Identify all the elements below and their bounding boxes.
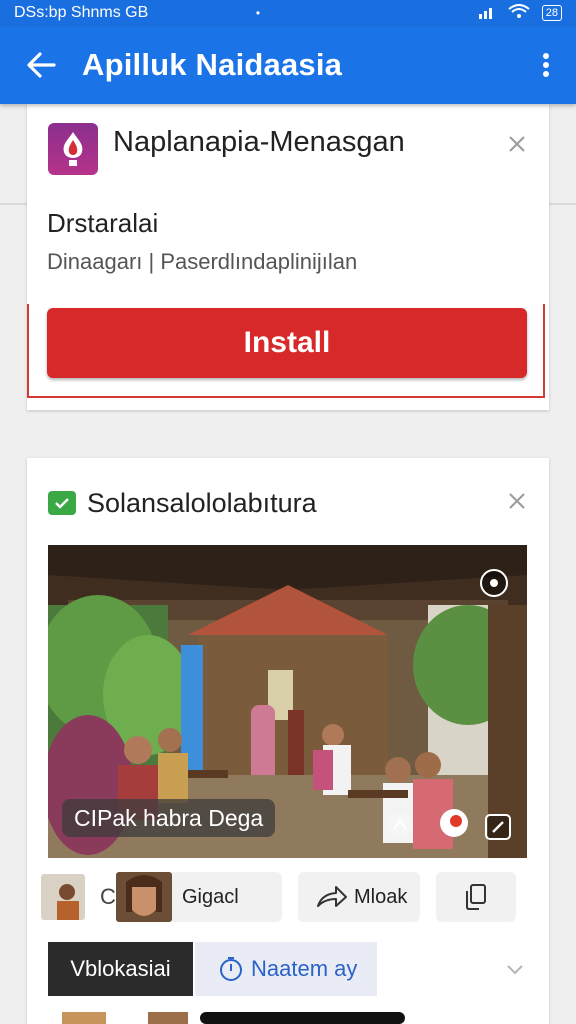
share-arrow-icon [317, 886, 347, 907]
content-card: Solansalololabıtura CIPak habra Dega C G… [27, 458, 549, 1024]
expand-photo-icon[interactable] [482, 811, 514, 843]
close-icon [509, 493, 525, 509]
photo-badge-icon[interactable] [478, 567, 510, 599]
mloak-chip[interactable]: Mloak [298, 872, 420, 922]
back-button[interactable] [0, 26, 82, 104]
tab-row: Vblokasiai Naatem ay [48, 942, 528, 996]
app-logo [48, 123, 98, 175]
battery-icon: 28 [541, 5, 562, 21]
photo-caption: CIPak habra Dega [62, 799, 276, 837]
install-button[interactable]: Install [47, 308, 527, 378]
check-icon [48, 491, 76, 515]
reader-thumbnail[interactable] [41, 874, 85, 920]
status-bar: DSs:bp Shnms GB • 28 [0, 0, 576, 26]
ad-description: Dinaagarı | Paserdlındaplinijılan [47, 249, 358, 274]
app-bar: Apilluk Naidaasia [0, 26, 576, 104]
tab-naatem-label: Naatem ay [251, 956, 358, 981]
copy-chip[interactable] [436, 872, 516, 922]
home-indicator[interactable] [200, 1012, 405, 1024]
chevron-down-icon [507, 965, 523, 975]
gigacl-chip[interactable]: Gigacl [116, 872, 282, 922]
overflow-menu-button[interactable] [516, 26, 576, 104]
expand-tabs-button[interactable] [502, 956, 528, 982]
app-title: Apilluk Naidaasia [82, 47, 343, 82]
copy-icon [466, 884, 486, 910]
close-icon [509, 136, 525, 152]
back-arrow-icon [27, 52, 56, 78]
share-photo-icon[interactable] [384, 809, 416, 841]
content-title: Solansalololabıtura [87, 488, 317, 518]
signal-icon [478, 5, 496, 22]
portrait-thumbnail [116, 872, 172, 922]
status-dot: • [255, 6, 261, 20]
ad-subtitle: Drstaralai [47, 208, 159, 238]
action-row: C Gigacl Mloak [41, 872, 528, 922]
more-vert-icon [543, 53, 549, 77]
mloak-label: Mloak [354, 885, 408, 908]
wifi-icon [508, 4, 530, 22]
dismiss-content-button[interactable] [505, 489, 529, 513]
install-ad-card: Naplanapia-Menasgan Drstaralai Dinaagarı… [27, 104, 549, 410]
content-photo[interactable]: CIPak habra Dega [48, 545, 527, 858]
gigacl-label: Gigacl [182, 885, 239, 908]
record-icon[interactable] [438, 807, 470, 839]
ad-app-name: Naplanapia-Menasgan [113, 126, 405, 158]
tab-naatem[interactable]: Naatem ay [195, 942, 377, 996]
dismiss-ad-button[interactable] [505, 132, 529, 156]
c-glyph-icon: C [100, 884, 116, 909]
status-text: DSs:bp Shnms GB [14, 4, 149, 21]
tab-vblokasiai[interactable]: Vblokasiai [48, 942, 193, 996]
timer-icon [220, 957, 242, 981]
